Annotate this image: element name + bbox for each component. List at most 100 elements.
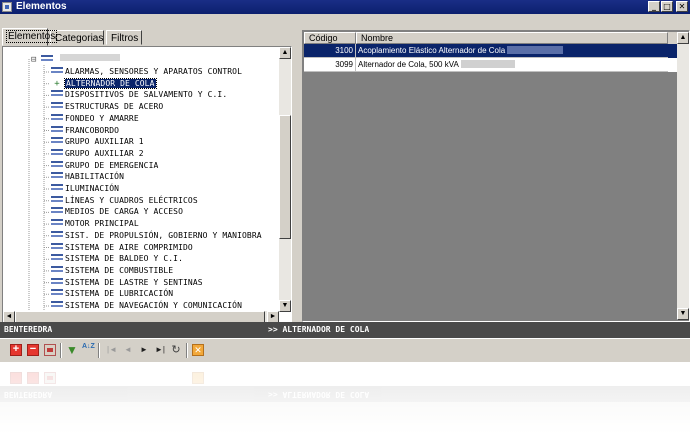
- folder-node-icon: [51, 113, 63, 120]
- tree-item[interactable]: ESTRUCTURAS DE ACERO: [51, 101, 163, 112]
- folder-node-icon: [51, 242, 63, 249]
- tree-item[interactable]: ILUMINACIÓN: [51, 183, 119, 194]
- tree-item[interactable]: SISTEMA DE AIRE COMPRIMIDO: [51, 242, 193, 253]
- column-header-codigo[interactable]: Código: [304, 32, 356, 44]
- leaf-node-icon: +: [54, 78, 60, 89]
- toolbar-separator: [98, 343, 100, 358]
- cell-nombre: Alternador de Cola, 500 kVA: [356, 58, 668, 72]
- tree-item-label: SISTEMA DE AIRE COMPRIMIDO: [65, 242, 193, 252]
- exit-button[interactable]: ✕: [192, 344, 204, 356]
- reflection-effect: BENTEREDRA >> ALTERNADOR DE COLA: [0, 362, 690, 435]
- tree-vertical-scrollbar[interactable]: ▲ ▼: [279, 47, 291, 312]
- tree-item[interactable]: MOTOR PRINCIPAL: [51, 218, 139, 229]
- toolbar-separator: [60, 343, 62, 358]
- tab-elementos[interactable]: Elementos: [2, 28, 58, 46]
- next-record-button[interactable]: ►: [138, 344, 150, 356]
- app-window: Elementos _ □ ✕ Elementos Categorias Fil…: [0, 0, 690, 435]
- tree-root[interactable]: ⊟: [31, 54, 121, 65]
- tab-categorias-label: Categorias: [55, 33, 104, 44]
- window-body: Elementos Categorias Filtros ⊟ ALARMAS, …: [0, 14, 690, 324]
- tab-elementos-label: Elementos: [5, 30, 58, 43]
- tree-item-label: GRUPO AUXILIAR 1: [65, 137, 144, 147]
- tree-item[interactable]: MEDIOS DE CARGA Y ACCESO: [51, 206, 183, 217]
- tree-item[interactable]: SIST. DE PROPULSIÓN, GOBIERNO Y MANIOBRA: [51, 230, 262, 241]
- previous-record-button[interactable]: ◄: [122, 344, 134, 356]
- title-bar: Elementos _ □ ✕: [0, 0, 690, 14]
- tree-item[interactable]: + ALTERNADOR DE COLA: [51, 77, 157, 89]
- grid-scroll-down-button[interactable]: ▼: [677, 308, 689, 320]
- tree-item-label: MOTOR PRINCIPAL: [65, 219, 139, 229]
- tree-item-label: ALTERNADOR DE COLA: [64, 77, 157, 89]
- tree-item-label: SIST. DE PROPULSIÓN, GOBIERNO Y MANIOBRA: [65, 230, 262, 240]
- tree-item[interactable]: FONDEO Y AMARRE: [51, 113, 139, 124]
- sort-button[interactable]: A↓Z: [82, 343, 95, 356]
- last-record-button[interactable]: ►|: [154, 344, 166, 356]
- status-bar: BENTEREDRA >> ALTERNADOR DE COLA: [0, 322, 690, 338]
- redacted-text: [507, 46, 564, 54]
- tree-item-label: SISTEMA DE LUBRICACIÓN: [65, 289, 174, 299]
- tree-item[interactable]: LÍNEAS Y CUADROS ELÉCTRICOS: [51, 195, 198, 206]
- elements-grid[interactable]: Código Nombre 3100 Acoplamiento Elástico …: [302, 30, 690, 322]
- tab-categorias[interactable]: Categorias: [50, 30, 104, 45]
- tree-item[interactable]: SISTEMA DE LUBRICACIÓN: [51, 288, 173, 299]
- tree-item[interactable]: GRUPO AUXILIAR 2: [51, 148, 144, 159]
- cell-nombre-text: Acoplamiento Elástico Alternador de Cola: [358, 46, 506, 55]
- grid-scroll-up-button[interactable]: ▲: [677, 32, 689, 44]
- tree-item-label: DISPOSITIVOS DE SALVAMENTO Y C.I.: [65, 90, 228, 100]
- scroll-up-button[interactable]: ▲: [279, 47, 291, 59]
- tab-filtros-label: Filtros: [111, 33, 139, 44]
- folder-node-icon: [51, 125, 63, 132]
- tree-item[interactable]: SISTEMA DE LASTRE Y SENTINAS: [51, 277, 203, 288]
- delete-button[interactable]: −: [27, 344, 39, 356]
- element-tree[interactable]: ⊟ ALARMAS, SENSORES Y APARATOS CONTROL + A…: [2, 46, 292, 324]
- folder-node-icon: [51, 254, 63, 261]
- status-path: >> ALTERNADOR DE COLA: [268, 325, 370, 334]
- grid-header: Código Nombre: [304, 32, 677, 44]
- close-button[interactable]: ✕: [676, 1, 688, 12]
- tree-item[interactable]: HABILITACIÓN: [51, 171, 124, 182]
- tree-item-label: SISTEMA DE NAVEGACIÓN Y COMUNICACIÓN: [65, 301, 242, 310]
- tree-item[interactable]: SISTEMA DE NAVEGACIÓN Y COMUNICACIÓN: [51, 300, 242, 311]
- folder-node-icon: [51, 90, 63, 97]
- cell-nombre: Acoplamiento Elástico Alternador de Cola: [356, 44, 668, 58]
- tree-item-label: GRUPO DE EMERGENCIA: [65, 160, 159, 170]
- tree-item[interactable]: SISTEMA DE COMBUSTIBLE: [51, 265, 173, 276]
- tree-item-label: ALARMAS, SENSORES Y APARATOS CONTROL: [65, 67, 242, 76]
- table-row[interactable]: 3099 Alternador de Cola, 500 kVA: [304, 58, 677, 72]
- tree-item[interactable]: SISTEMA DE BALDEO Y C.I.: [51, 253, 183, 264]
- filter-button[interactable]: ▼: [66, 344, 78, 356]
- first-record-button[interactable]: |◄: [106, 344, 118, 356]
- tree-item[interactable]: ALARMAS, SENSORES Y APARATOS CONTROL: [51, 66, 242, 77]
- tree-item-label: SISTEMA DE LASTRE Y SENTINAS: [65, 277, 203, 287]
- grid-area: Código Nombre 3100 Acoplamiento Elástico …: [304, 32, 677, 320]
- tree-item[interactable]: DISPOSITIVOS DE SALVAMENTO Y C.I.: [51, 89, 227, 100]
- folder-node-icon: [51, 207, 63, 214]
- reflection-fade: [0, 362, 690, 435]
- minimize-button[interactable]: _: [648, 1, 660, 12]
- column-header-nombre[interactable]: Nombre: [356, 32, 668, 44]
- tree-item[interactable]: FRANCOBORDO: [51, 125, 119, 136]
- tree-item-label: FONDEO Y AMARRE: [65, 113, 139, 123]
- scroll-thumb[interactable]: [279, 115, 291, 239]
- tree-item-label: HABILITACIÓN: [65, 172, 124, 182]
- collapse-icon[interactable]: ⊟: [31, 55, 37, 65]
- tree-item[interactable]: GRUPO DE EMERGENCIA: [51, 160, 158, 171]
- app-icon: [2, 2, 12, 12]
- add-button[interactable]: +: [10, 344, 22, 356]
- maximize-button[interactable]: □: [661, 1, 673, 12]
- grid-vertical-scrollbar[interactable]: ▲ ▼: [677, 32, 689, 320]
- table-row[interactable]: 3100 Acoplamiento Elástico Alternador de …: [304, 44, 677, 58]
- tree-item-label: ILUMINACIÓN: [65, 184, 120, 193]
- folder-node-icon: [51, 160, 63, 167]
- tree-item-label: FRANCOBORDO: [65, 125, 120, 135]
- refresh-icon[interactable]: ↻: [170, 344, 182, 356]
- folder-node-icon: [51, 102, 63, 109]
- tab-filtros[interactable]: Filtros: [106, 30, 142, 45]
- tree-item[interactable]: GRUPO AUXILIAR 1: [51, 136, 144, 147]
- toolbar-separator: [186, 343, 188, 358]
- tree-item-label: MEDIOS DE CARGA Y ACCESO: [65, 207, 183, 217]
- panel-splitter[interactable]: [296, 28, 300, 322]
- tree-item-label: SISTEMA DE COMBUSTIBLE: [65, 265, 174, 275]
- edit-button[interactable]: [44, 344, 56, 356]
- scroll-down-button[interactable]: ▼: [279, 300, 291, 312]
